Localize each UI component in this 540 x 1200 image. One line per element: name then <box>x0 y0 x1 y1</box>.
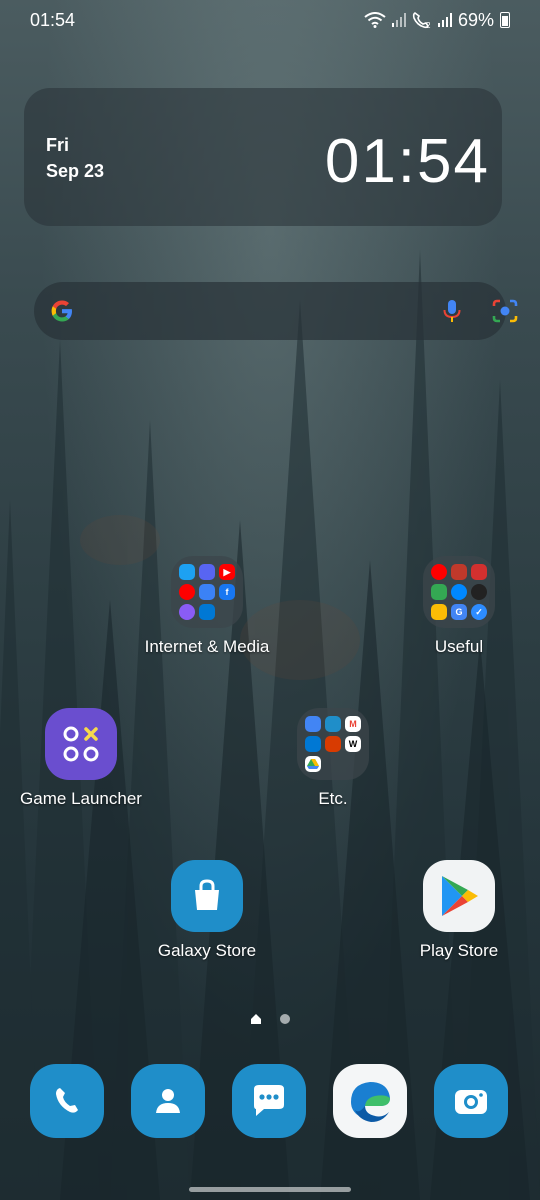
signal-bars-icon <box>451 564 467 580</box>
battery-percent: 69% <box>457 9 494 30</box>
navigation-gesture-handle[interactable] <box>189 1187 351 1192</box>
clock-date: Sep 23 <box>46 161 105 181</box>
wikipedia-icon: W <box>345 736 361 752</box>
folder-label: Etc. <box>318 789 348 808</box>
outlook-icon <box>305 736 321 752</box>
youtube-icon: ▶ <box>219 564 235 580</box>
battery-icon <box>500 12 510 28</box>
contacts-icon[interactable] <box>131 1064 205 1138</box>
google-search-bar[interactable] <box>34 282 518 340</box>
page-indicator[interactable] <box>0 1013 540 1025</box>
docs-icon <box>305 716 321 732</box>
google-photos-icon <box>431 604 447 620</box>
volte-call-icon: 2 <box>412 12 431 29</box>
status-bar: 01:54 2 69% <box>0 0 540 40</box>
google-translate-icon: G <box>451 604 467 620</box>
status-icons: 2 69% <box>364 10 510 31</box>
signal-icon <box>391 13 406 27</box>
svg-text:2: 2 <box>426 21 431 29</box>
check-icon: ✓ <box>471 604 487 620</box>
gmail-icon: M <box>345 716 361 732</box>
google-g-icon <box>51 300 72 322</box>
app-game-launcher[interactable]: Game Launcher <box>6 708 156 809</box>
shopping-bag-glyph <box>195 879 219 910</box>
mic-icon[interactable] <box>438 297 466 325</box>
google-drive-icon <box>305 756 321 772</box>
play-store-icon <box>423 860 495 932</box>
game-launcher-icon <box>45 708 117 780</box>
messages-icon[interactable] <box>232 1064 306 1138</box>
folder-internet-media-icon: ▶ f <box>171 556 243 628</box>
dock <box>0 1064 540 1138</box>
game-launcher-glyph <box>63 726 99 762</box>
youtube-music-icon <box>179 584 195 600</box>
home-page-icon[interactable] <box>250 1013 262 1025</box>
camera-icon[interactable] <box>434 1064 508 1138</box>
wifi-icon <box>364 12 386 28</box>
lidl-icon <box>471 564 487 580</box>
galaxy-store-icon <box>171 860 243 932</box>
shazam-icon <box>451 584 467 600</box>
home-screen: 01:54 2 69% Fri Sep 23 01:54 ▶ f Interne… <box>0 0 540 1200</box>
folder-label: Useful <box>434 637 484 656</box>
youtube-red-icon <box>431 564 447 580</box>
play-store-glyph <box>442 876 478 916</box>
facebook-icon: f <box>219 584 235 600</box>
settings-icon <box>325 716 341 732</box>
clock-day: Fri <box>46 135 70 155</box>
app-galaxy-store[interactable]: Galaxy Store <box>132 860 282 961</box>
news-icon <box>199 584 215 600</box>
edge-icon[interactable] <box>333 1064 407 1138</box>
discord-icon <box>199 564 215 580</box>
app-label: Game Launcher <box>20 789 142 808</box>
speedometer-icon <box>471 584 487 600</box>
status-time: 01:54 <box>30 9 76 30</box>
outlook-icon <box>199 604 215 620</box>
signal-icon-2 <box>437 13 452 27</box>
clock-widget[interactable]: Fri Sep 23 01:54 <box>24 88 502 226</box>
clock-time: 01:54 <box>324 127 490 196</box>
messenger-icon <box>179 604 195 620</box>
page-dot[interactable] <box>280 1014 290 1024</box>
google-maps-icon <box>431 584 447 600</box>
folder-label: Internet & Media <box>144 637 270 656</box>
office-icon <box>325 736 341 752</box>
folder-etc[interactable]: M W Etc. <box>258 708 408 809</box>
folder-etc-icon: M W <box>297 708 369 780</box>
phone-icon[interactable] <box>30 1064 104 1138</box>
app-label: Play Store <box>419 941 499 960</box>
folder-internet-media[interactable]: ▶ f Internet & Media <box>132 556 282 657</box>
twitter-icon <box>179 564 195 580</box>
folder-useful[interactable]: G ✓ Useful <box>384 556 534 657</box>
app-play-store[interactable]: Play Store <box>384 860 534 961</box>
google-lens-icon[interactable] <box>490 296 520 326</box>
app-label: Galaxy Store <box>157 941 257 960</box>
folder-useful-icon: G ✓ <box>423 556 495 628</box>
